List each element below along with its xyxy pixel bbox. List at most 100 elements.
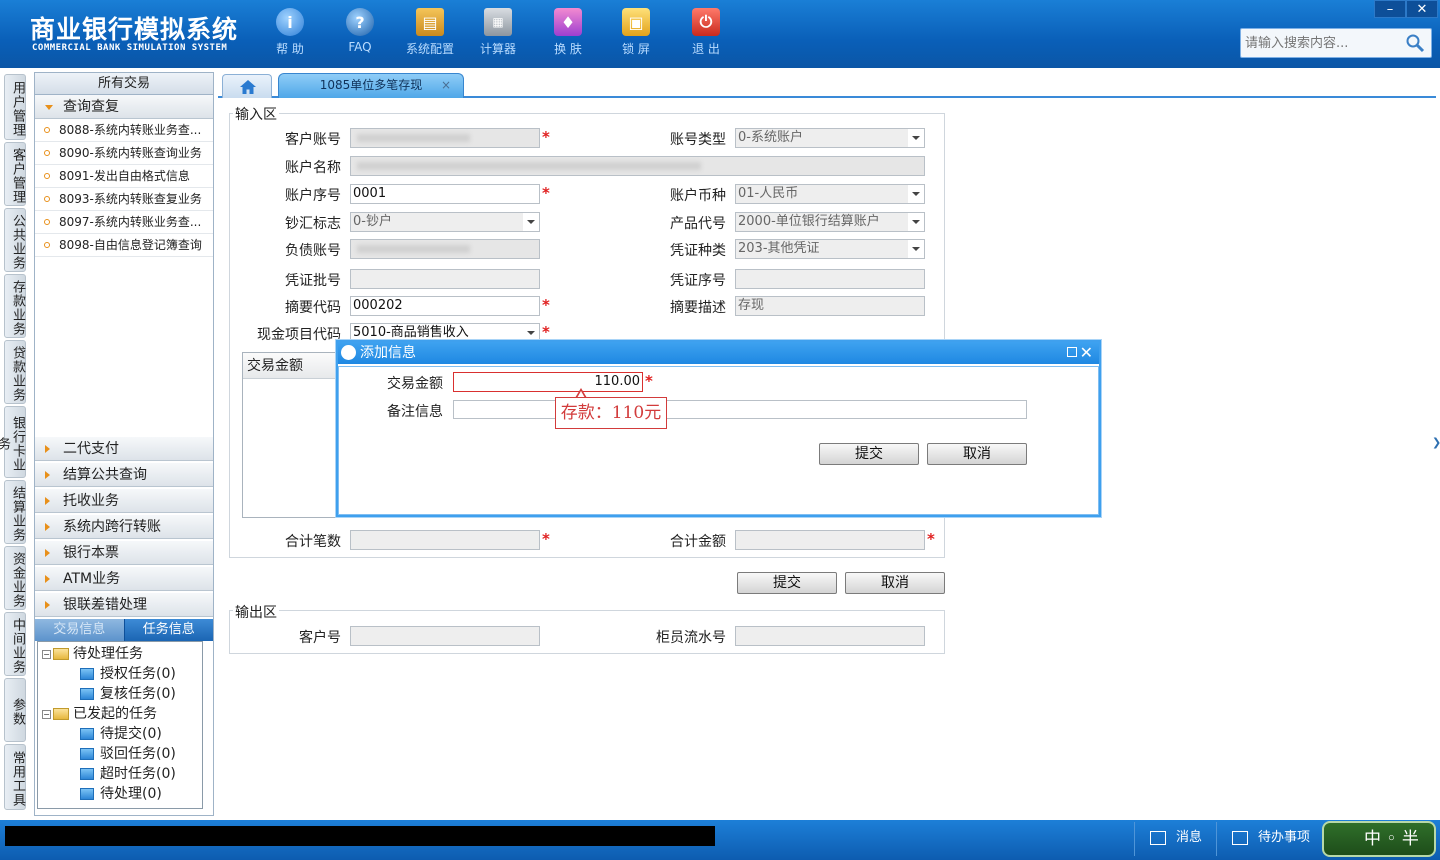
list-item[interactable]: 8091-发出自由格式信息 xyxy=(35,165,213,188)
dialog-submit-button[interactable]: 提交 xyxy=(819,443,919,465)
tree-node-authorize[interactable]: 授权任务(0) xyxy=(80,664,176,684)
bullet-icon xyxy=(44,219,50,225)
list-item[interactable]: 8090-系统内转账查询业务 xyxy=(35,142,213,165)
label-account-name: 账户名称 xyxy=(285,160,341,176)
tree-node-timeout[interactable]: 超时任务(0) xyxy=(80,764,176,784)
vtab-public-business[interactable]: 公共业务 xyxy=(4,208,26,272)
tab-task-info[interactable]: 任务信息 xyxy=(123,619,213,641)
label-teller-serial: 柜员流水号 xyxy=(656,630,726,646)
vtab-customer-mgmt[interactable]: 客户管理 xyxy=(4,142,26,206)
cash-flag-select[interactable]: 0-钞户 xyxy=(350,212,540,232)
group-item[interactable]: ATM业务 xyxy=(35,567,213,591)
search-icon[interactable] xyxy=(1405,33,1425,53)
tree-node-initiated[interactable]: − 已发起的任务 xyxy=(42,704,157,724)
submit-button[interactable]: 提交 xyxy=(737,572,837,594)
help-button[interactable]: i 帮 助 xyxy=(262,8,318,60)
label-currency: 账户币种 xyxy=(670,188,726,204)
status-bar: 消息 待办事项 xyxy=(0,820,1440,860)
voucher-seq-field[interactable] xyxy=(735,269,925,289)
label-cust-account: 客户账号 xyxy=(285,132,341,148)
tab-close-icon[interactable]: × xyxy=(441,74,451,96)
messages-button[interactable]: 消息 xyxy=(1150,828,1202,848)
list-item[interactable]: 8093-系统内转账查复业务 xyxy=(35,188,213,211)
close-window-button[interactable]: ✕ xyxy=(1406,0,1438,18)
search-box xyxy=(1240,28,1432,58)
dialog-app-icon xyxy=(341,345,356,360)
maximize-icon[interactable] xyxy=(1067,347,1077,357)
ime-indicator[interactable]: 中 ◦ 半 简 xyxy=(1322,821,1436,857)
main-tab-strip: 1085单位多笔存现 × xyxy=(218,72,1436,98)
group-item[interactable]: 系统内跨行转账 xyxy=(35,515,213,539)
label-product-code: 产品代号 xyxy=(670,216,726,232)
task-file-icon xyxy=(80,668,94,680)
required-mark: * xyxy=(542,128,550,146)
group-query-reply[interactable]: 查询查复 xyxy=(35,95,213,119)
account-type-select[interactable]: 0-系统账户 xyxy=(735,128,925,148)
label-cust-no: 客户号 xyxy=(299,630,341,646)
vtab-user-mgmt[interactable]: 用户管理 xyxy=(4,74,26,140)
currency-select[interactable]: 01-人民币 xyxy=(735,184,925,204)
vtab-bank-card[interactable]: 银行卡业务 xyxy=(0,406,26,478)
vtab-params[interactable]: 参数 xyxy=(4,678,26,742)
list-item[interactable]: 8098-自由信息登记簿查询 xyxy=(35,234,213,257)
collapse-icon[interactable]: − xyxy=(42,649,51,659)
vtab-deposit[interactable]: 存款业务 xyxy=(4,274,26,338)
calculator-button[interactable]: ▦ 计算器 xyxy=(470,8,526,60)
close-icon[interactable]: ✕ xyxy=(1080,342,1093,364)
tree-node-rejected[interactable]: 驳回任务(0) xyxy=(80,744,176,764)
vtab-funds[interactable]: 资金业务 xyxy=(4,546,26,610)
tree-node-to-submit[interactable]: 待提交(0) xyxy=(80,724,162,744)
vtab-loan[interactable]: 贷款业务 xyxy=(4,340,26,404)
product-code-select[interactable]: 2000-单位银行结算账户 xyxy=(735,212,925,232)
tab-home[interactable] xyxy=(222,74,272,98)
todo-button[interactable]: 待办事项 xyxy=(1232,828,1310,848)
divider xyxy=(1134,822,1135,856)
skin-button[interactable]: ♦ 换 肤 xyxy=(540,8,596,60)
faq-button[interactable]: ? FAQ xyxy=(332,8,388,60)
expand-right-icon[interactable]: ❯ xyxy=(1432,436,1440,449)
lock-button[interactable]: ▣ 锁 屏 xyxy=(608,8,664,60)
required-mark: * xyxy=(542,184,550,202)
tab-transaction-info[interactable]: 交易信息 xyxy=(35,619,124,641)
group-item[interactable]: 托收业务 xyxy=(35,489,213,513)
tree-node-pending[interactable]: − 待处理任务 xyxy=(42,644,143,664)
voucher-type-select[interactable]: 203-其他凭证 xyxy=(735,239,925,259)
dialog-remark-input[interactable] xyxy=(453,400,1027,419)
search-input[interactable] xyxy=(1241,29,1401,57)
group-item[interactable]: 银行本票 xyxy=(35,541,213,565)
info-tabs: 交易信息 任务信息 xyxy=(35,619,213,641)
vtab-intermediary[interactable]: 中间业务 xyxy=(4,612,26,676)
group-item[interactable]: 银联差错处理 xyxy=(35,593,213,617)
mail-icon xyxy=(1150,830,1166,845)
account-name-field xyxy=(350,156,925,176)
group-item[interactable]: 结算公共查询 xyxy=(35,463,213,487)
account-seq-input[interactable]: 0001 xyxy=(350,184,540,204)
tab-multi-deposit[interactable]: 1085单位多笔存现 × xyxy=(278,73,464,98)
group-item[interactable]: 二代支付 xyxy=(35,437,213,461)
list-item[interactable]: 8097-系统内转账业务查... xyxy=(35,211,213,234)
list-item[interactable]: 8088-系统内转账业务查... xyxy=(35,119,213,142)
vtab-common-tools[interactable]: 常用工具 xyxy=(4,744,26,810)
dialog-amount-input[interactable]: 110.00 xyxy=(453,372,643,392)
collapse-icon[interactable]: − xyxy=(42,709,51,719)
voucher-batch-field[interactable] xyxy=(350,269,540,289)
all-transactions-header[interactable]: 所有交易 xyxy=(35,73,213,95)
dialog-cancel-button[interactable]: 取消 xyxy=(927,443,1027,465)
cancel-button[interactable]: 取消 xyxy=(845,572,945,594)
dialog-title-bar[interactable]: 添加信息 ✕ xyxy=(338,342,1099,364)
config-button[interactable]: ▤ 系统配置 xyxy=(402,8,458,60)
vtab-settlement[interactable]: 结算业务 xyxy=(4,480,26,544)
summary-code-input[interactable]: 000202 xyxy=(350,296,540,316)
collapse-arrow-icon xyxy=(45,523,50,531)
config-icon: ▤ xyxy=(416,8,444,36)
label-summary-desc: 摘要描述 xyxy=(670,300,726,316)
minimize-button[interactable]: – xyxy=(1374,0,1406,18)
cust-account-field[interactable] xyxy=(350,128,540,148)
cash-item-select[interactable]: 5010-商品销售收入 xyxy=(350,323,540,341)
total-amount-field xyxy=(735,530,925,550)
logout-button[interactable]: ⏻ 退 出 xyxy=(678,8,734,60)
tree-node-to-process[interactable]: 待处理(0) xyxy=(80,784,162,804)
tree-node-review[interactable]: 复核任务(0) xyxy=(80,684,176,704)
chevron-down-icon xyxy=(908,185,924,203)
task-tree: − 待处理任务 授权任务(0) 复核任务(0) − 已发起的任务 待提交(0) 驳回… xyxy=(37,641,203,809)
